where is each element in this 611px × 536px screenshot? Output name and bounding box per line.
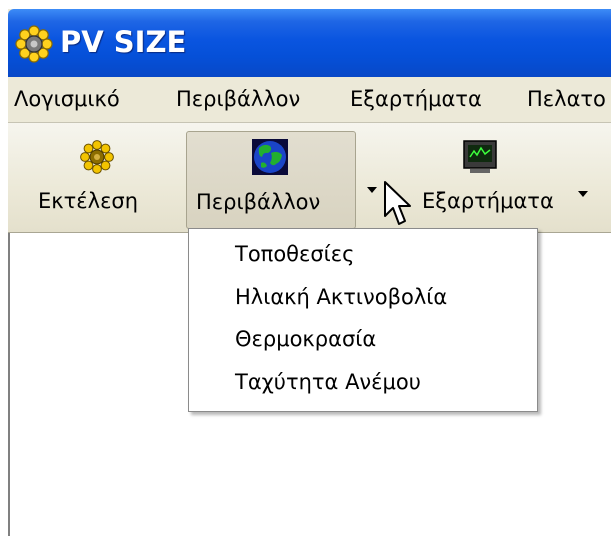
monitor-icon <box>463 140 497 173</box>
environment-button[interactable]: Περιβάλλον <box>186 131 356 229</box>
menu-item-wind-speed[interactable]: Ταχύτητα Ανέμου <box>235 370 421 394</box>
components-label: Εξαρτήματα <box>422 189 554 213</box>
gear-icon <box>80 140 114 174</box>
menu-item-customers[interactable]: Πελατο <box>527 87 606 111</box>
components-dropdown-button[interactable] <box>572 131 594 227</box>
chevron-down-icon <box>578 191 588 197</box>
menu-item-components[interactable]: Εξαρτήματα <box>350 87 482 111</box>
environment-dropdown-button[interactable] <box>358 131 386 227</box>
menu-item-temperature[interactable]: Θερμοκρασία <box>235 327 376 351</box>
sun-icon <box>15 25 53 63</box>
title-bar[interactable]: PV SIZE <box>8 9 611 77</box>
environment-dropdown-menu: Τοποθεσίες Ηλιακή Ακτινοβολία Θερμοκρασί… <box>188 228 538 412</box>
globe-icon <box>252 139 288 175</box>
menu-item-solar-radiation[interactable]: Ηλιακή Ακτινοβολία <box>235 285 447 309</box>
environment-label: Περιβάλλον <box>196 190 321 214</box>
menu-bar: Λογισμικό Περιβάλλον Εξαρτήματα Πελατο <box>8 77 611 123</box>
mouse-pointer-icon <box>384 181 411 225</box>
run-label: Εκτέλεση <box>38 189 139 213</box>
menu-item-environment[interactable]: Περιβάλλον <box>176 87 300 111</box>
toolbar: Εκτέλεση Περιβάλλον Εξαρτήματα <box>8 123 611 233</box>
chevron-down-icon <box>367 187 377 193</box>
menu-item-software[interactable]: Λογισμικό <box>14 87 120 111</box>
run-button[interactable]: Εκτέλεση <box>22 131 172 227</box>
menu-item-locations[interactable]: Τοποθεσίες <box>235 242 354 266</box>
window-title: PV SIZE <box>60 25 187 59</box>
